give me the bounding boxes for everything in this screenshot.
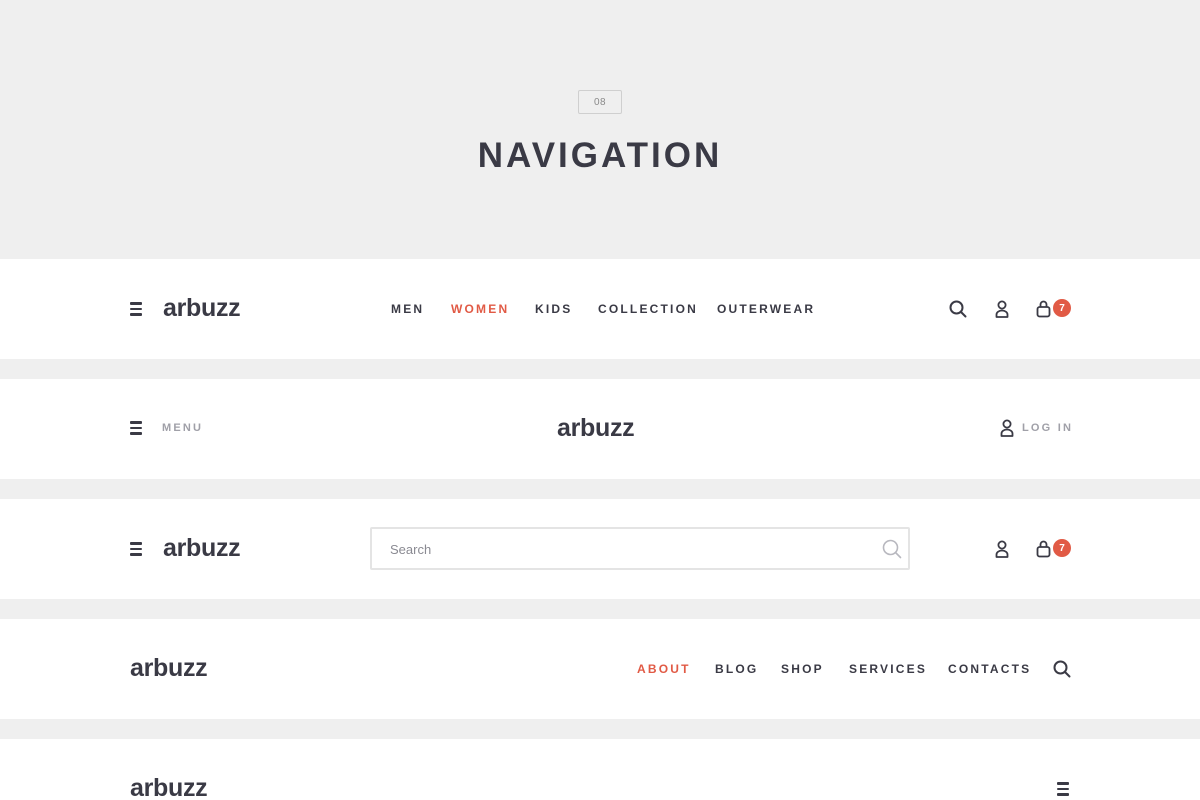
menu-label: MENU: [162, 422, 204, 434]
hamburger-menu-button[interactable]: [130, 542, 144, 556]
search-button[interactable]: [949, 300, 967, 318]
logo[interactable]: arbuzz: [163, 533, 241, 563]
search-icon: [1053, 660, 1071, 678]
hamburger-icon: [130, 542, 144, 556]
hero-section: 08 NAVIGATION: [0, 0, 1200, 259]
nav-link-shop[interactable]: SHOP: [781, 661, 824, 677]
logo[interactable]: arbuzz: [130, 773, 208, 800]
section-number-badge: 08: [578, 90, 622, 114]
nav-link-collection[interactable]: COLLECTION: [598, 301, 698, 317]
search-icon: [949, 300, 967, 318]
nav-link-about[interactable]: ABOUT: [637, 661, 691, 677]
nav-link-outerwear[interactable]: OUTERWEAR: [717, 301, 815, 317]
hamburger-icon: [130, 302, 144, 316]
search-submit-button[interactable]: [882, 539, 902, 559]
cart-count-badge: 7: [1053, 539, 1071, 557]
logo[interactable]: arbuzz: [130, 653, 208, 683]
navbar-variant-5: arbuzz: [0, 739, 1200, 800]
bag-icon: [1036, 300, 1051, 318]
account-button[interactable]: [995, 540, 1009, 558]
login-label: LOG IN: [1022, 422, 1074, 434]
account-button[interactable]: [995, 300, 1009, 318]
hamburger-menu-button[interactable]: [130, 302, 144, 316]
navbar-variant-1: arbuzz MEN WOMEN KIDS COLLECTION OUTERWE…: [0, 259, 1200, 359]
hamburger-menu-button[interactable]: [1057, 782, 1071, 796]
user-icon: [995, 540, 1009, 558]
menu-toggle[interactable]: MENU: [130, 421, 203, 435]
logo[interactable]: arbuzz: [163, 293, 241, 323]
navbar-variant-3: arbuzz 7: [0, 499, 1200, 599]
navbar-variant-2: MENU arbuzz LOG IN: [0, 379, 1200, 479]
nav-link-men[interactable]: MEN: [391, 301, 424, 317]
nav-link-blog[interactable]: BLOG: [715, 661, 758, 677]
page-title: NAVIGATION: [477, 136, 723, 175]
navbar-variant-4: arbuzz ABOUT BLOG SHOP SERVICES CONTACTS: [0, 619, 1200, 719]
user-icon: [1000, 419, 1014, 437]
search-input[interactable]: [390, 539, 860, 559]
login-link[interactable]: LOG IN: [1000, 419, 1073, 437]
nav-link-services[interactable]: SERVICES: [849, 661, 927, 677]
cart-button[interactable]: 7: [1036, 299, 1072, 319]
cart-count-badge: 7: [1053, 299, 1071, 317]
nav-link-contacts[interactable]: CONTACTS: [948, 661, 1031, 677]
nav-link-kids[interactable]: KIDS: [535, 301, 572, 317]
hamburger-icon: [1057, 782, 1071, 796]
search-field: [370, 527, 910, 570]
hamburger-icon: [130, 421, 144, 435]
nav-link-women[interactable]: WOMEN: [451, 301, 509, 317]
cart-button[interactable]: 7: [1036, 539, 1072, 559]
user-icon: [995, 300, 1009, 318]
logo[interactable]: arbuzz: [557, 413, 635, 443]
search-button[interactable]: [1053, 660, 1071, 678]
bag-icon: [1036, 540, 1051, 558]
search-icon: [882, 539, 902, 559]
